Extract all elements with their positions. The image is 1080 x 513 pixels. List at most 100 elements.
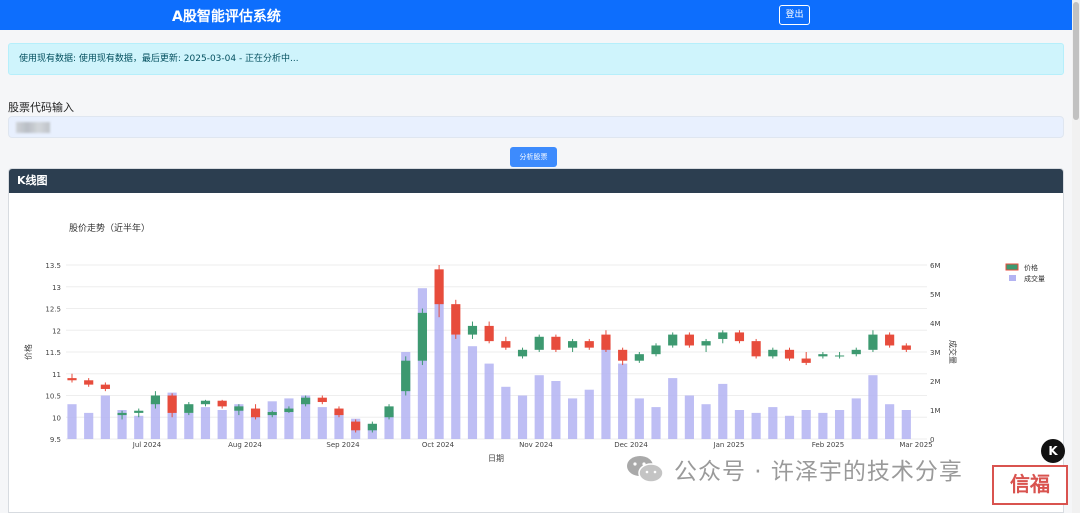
volume-bar xyxy=(601,343,611,439)
logout-button[interactable]: 登出 xyxy=(779,5,810,25)
candle-body xyxy=(851,349,861,355)
x-axis-label: 日期 xyxy=(488,454,504,463)
volume-bar xyxy=(768,407,778,439)
volume-bar xyxy=(834,410,845,439)
candle-body xyxy=(351,421,361,431)
y-tick-label: 10 xyxy=(52,414,61,422)
volume-bar xyxy=(801,410,811,439)
candle-body xyxy=(701,341,711,346)
x-tick-label: Jul 2024 xyxy=(132,441,162,449)
volume-bar xyxy=(751,412,761,439)
candle-body xyxy=(134,410,144,413)
volume-bar xyxy=(534,375,544,439)
volume-bar xyxy=(684,395,694,439)
legend-price-swatch xyxy=(1005,263,1019,271)
y-tick-label: 10.5 xyxy=(45,393,61,401)
candle-body xyxy=(834,355,845,357)
candle-body xyxy=(384,406,394,418)
candle-body xyxy=(317,397,327,403)
volume-bar xyxy=(551,381,561,439)
candle-body xyxy=(301,397,311,405)
candle-body xyxy=(117,412,127,416)
y-tick-label: 13 xyxy=(52,284,61,292)
candle-body xyxy=(551,336,561,350)
stock-code-input[interactable] xyxy=(8,116,1064,138)
blurred-stock-code xyxy=(16,122,50,133)
candle-body xyxy=(634,354,644,361)
stock-code-label: 股票代码输入 xyxy=(8,101,74,114)
y-tick-label: 11 xyxy=(52,371,61,379)
volume-bar xyxy=(284,398,294,439)
volume-bar xyxy=(851,398,861,439)
volume-bar xyxy=(200,407,211,439)
legend-price-label: 价格 xyxy=(1024,263,1038,272)
candle-body xyxy=(451,304,461,335)
status-alert: 使用现有数据: 使用现有数据，最后更新: 2025-03-04 - 正在分析中.… xyxy=(8,43,1064,75)
scrollbar-thumb[interactable] xyxy=(1073,2,1079,120)
x-tick-label: Aug 2024 xyxy=(228,441,262,449)
volume-bar xyxy=(734,410,745,439)
candle-body xyxy=(768,349,778,357)
legend-volume-label: 成交量 xyxy=(1024,274,1045,283)
y-tick-label: 12 xyxy=(52,327,61,335)
candle-body xyxy=(801,358,811,363)
candle-body xyxy=(668,334,678,346)
volume-bar xyxy=(451,334,461,439)
x-tick-label: Mar 2025 xyxy=(899,441,932,449)
y-tick-label: 11.5 xyxy=(45,349,61,357)
y-tick-label: 13.5 xyxy=(45,262,61,270)
chart-title: 股价走势（近半年） xyxy=(69,222,150,234)
x-tick-label: Nov 2024 xyxy=(519,441,553,449)
volume-bar xyxy=(868,375,878,439)
candle-body xyxy=(517,349,528,357)
volume-bar xyxy=(517,395,528,439)
volume-bar xyxy=(267,401,277,439)
wechat-icon xyxy=(627,456,664,483)
x-tick-label: Jan 2025 xyxy=(713,441,745,449)
volume-bar xyxy=(501,386,511,439)
volume-bar xyxy=(184,412,194,439)
watermark-stamp: 信福 xyxy=(992,465,1068,505)
volume-bar xyxy=(467,346,478,439)
y2-tick-label: 2M xyxy=(930,378,941,386)
volume-bar xyxy=(434,299,444,439)
y2-tick-label: 1M xyxy=(930,407,941,415)
candle-body xyxy=(150,395,161,405)
candle-body xyxy=(250,408,261,418)
page-scrollbar[interactable] xyxy=(1072,0,1080,513)
candle-body xyxy=(467,325,478,335)
volume-bar xyxy=(217,410,227,439)
y2-tick-label: 5M xyxy=(930,291,941,299)
volume-bar xyxy=(901,410,911,439)
volume-bar xyxy=(634,398,644,439)
volume-bar xyxy=(84,412,94,439)
candle-body xyxy=(534,336,544,350)
x-tick-label: Feb 2025 xyxy=(812,441,844,449)
app-brand-title[interactable]: A股智能评估系统 xyxy=(172,6,281,26)
candle-body xyxy=(567,341,578,348)
volume-bar xyxy=(100,395,110,439)
floating-action-button[interactable]: K xyxy=(1041,439,1065,463)
candle-body xyxy=(618,349,628,361)
candle-body xyxy=(100,384,110,389)
candle-body xyxy=(84,380,94,385)
candle-body xyxy=(167,395,177,413)
wechat-watermark: 公众号 · 许泽宇的技术分享 xyxy=(626,451,963,487)
volume-bar xyxy=(584,389,594,439)
y-axis-label: 价格 xyxy=(23,344,33,360)
volume-bar xyxy=(618,363,628,439)
x-tick-label: Oct 2024 xyxy=(422,441,455,449)
volume-bar xyxy=(317,407,327,439)
candle-body xyxy=(684,334,694,346)
y2-tick-label: 3M xyxy=(930,349,941,357)
candle-body xyxy=(601,334,611,350)
candle-body xyxy=(751,341,761,357)
candle-body xyxy=(651,345,661,355)
volume-bar xyxy=(651,407,661,439)
candle-body xyxy=(417,312,428,361)
candle-body xyxy=(584,341,594,348)
candle-body xyxy=(284,408,294,413)
analyze-stock-button[interactable]: 分析股票 xyxy=(510,147,557,167)
candle-body xyxy=(200,400,211,405)
y2-tick-label: 6M xyxy=(930,262,941,270)
